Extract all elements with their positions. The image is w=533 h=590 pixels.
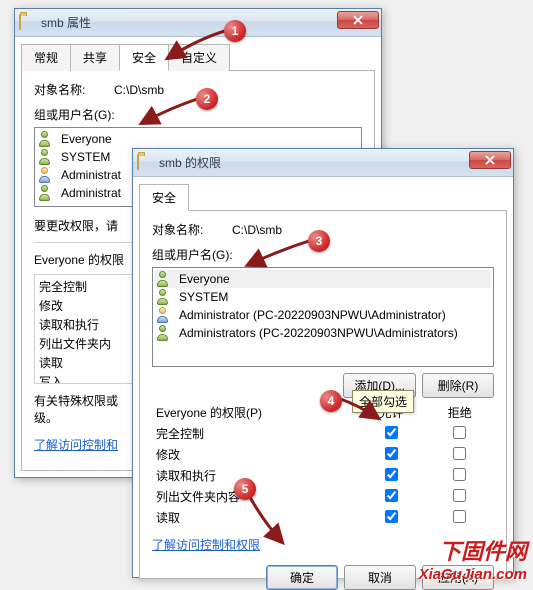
list-item[interactable]: SYSTEM xyxy=(155,288,491,306)
group-icon xyxy=(157,325,173,341)
deny-header: 拒绝 xyxy=(426,402,494,423)
ok-button[interactable]: 确定 xyxy=(266,565,338,590)
permissions-table: Everyone 的权限(P) 允许 拒绝 完全控制 修改 读取和执行 列出文件… xyxy=(152,402,494,528)
allow-checkbox[interactable] xyxy=(385,426,398,439)
object-name-label: 对象名称: xyxy=(34,81,114,98)
acl-help-link[interactable]: 了解访问控制和 xyxy=(34,438,118,452)
allow-checkbox[interactable] xyxy=(385,468,398,481)
titlebar[interactable]: smb 属性 xyxy=(15,9,381,37)
annotation-tooltip: 全部勾选 xyxy=(352,390,414,413)
groups-listbox[interactable]: Everyone SYSTEM Administrator (PC-202209… xyxy=(152,267,494,367)
perm-row: 读取 xyxy=(152,507,494,528)
close-button[interactable] xyxy=(469,151,511,169)
window-title: smb 属性 xyxy=(41,14,91,31)
object-name-value: C:\D\smb xyxy=(232,223,282,237)
step-badge-2: 2 xyxy=(196,88,218,110)
object-name-value: C:\D\smb xyxy=(114,83,164,97)
step-badge-4: 4 xyxy=(320,390,342,412)
permissions-window: smb 的权限 安全 对象名称: C:\D\smb 组或用户名(G): Ever… xyxy=(132,148,514,578)
group-icon xyxy=(39,131,55,147)
list-item[interactable]: Administrators (PC-20220903NPWU\Administ… xyxy=(155,324,491,342)
close-button[interactable] xyxy=(337,11,379,29)
tabstrip: 安全 xyxy=(139,183,507,211)
group-icon xyxy=(157,271,173,287)
cancel-button[interactable]: 取消 xyxy=(344,565,416,590)
acl-help-link[interactable]: 了解访问控制和权限 xyxy=(152,538,260,552)
step-badge-1: 1 xyxy=(224,20,246,42)
step-badge-3: 3 xyxy=(308,230,330,252)
tab-general[interactable]: 常规 xyxy=(21,44,71,71)
apply-button[interactable]: 应用(A) xyxy=(422,565,494,590)
window-title: smb 的权限 xyxy=(159,154,221,171)
group-icon xyxy=(157,289,173,305)
perm-row: 列出文件夹内容 xyxy=(152,486,494,507)
tab-custom[interactable]: 自定义 xyxy=(168,44,230,71)
tab-security[interactable]: 安全 xyxy=(119,44,169,71)
deny-checkbox[interactable] xyxy=(453,510,466,523)
user-icon xyxy=(39,167,55,183)
list-item[interactable]: Everyone xyxy=(155,270,491,288)
groups-label: 组或用户名(G): xyxy=(34,106,362,123)
group-icon xyxy=(39,185,55,201)
object-name-label: 对象名称: xyxy=(152,221,232,238)
deny-checkbox[interactable] xyxy=(453,447,466,460)
remove-button[interactable]: 删除(R) xyxy=(422,373,494,398)
folder-icon xyxy=(19,15,35,31)
deny-checkbox[interactable] xyxy=(453,426,466,439)
tabstrip: 常规 共享 安全 自定义 xyxy=(21,43,375,71)
perm-row: 读取和执行 xyxy=(152,465,494,486)
allow-checkbox[interactable] xyxy=(385,489,398,502)
tab-security[interactable]: 安全 xyxy=(139,184,189,211)
folder-icon xyxy=(137,155,153,171)
allow-checkbox[interactable] xyxy=(385,447,398,460)
user-icon xyxy=(157,307,173,323)
titlebar[interactable]: smb 的权限 xyxy=(133,149,513,177)
list-item[interactable]: Administrator (PC-20220903NPWU\Administr… xyxy=(155,306,491,324)
tab-sharing[interactable]: 共享 xyxy=(70,44,120,71)
step-badge-5: 5 xyxy=(234,478,256,500)
list-item: Everyone xyxy=(37,130,359,148)
deny-checkbox[interactable] xyxy=(453,468,466,481)
deny-checkbox[interactable] xyxy=(453,489,466,502)
perm-row: 完全控制 xyxy=(152,423,494,444)
group-icon xyxy=(39,149,55,165)
perm-row: 修改 xyxy=(152,444,494,465)
allow-checkbox[interactable] xyxy=(385,510,398,523)
